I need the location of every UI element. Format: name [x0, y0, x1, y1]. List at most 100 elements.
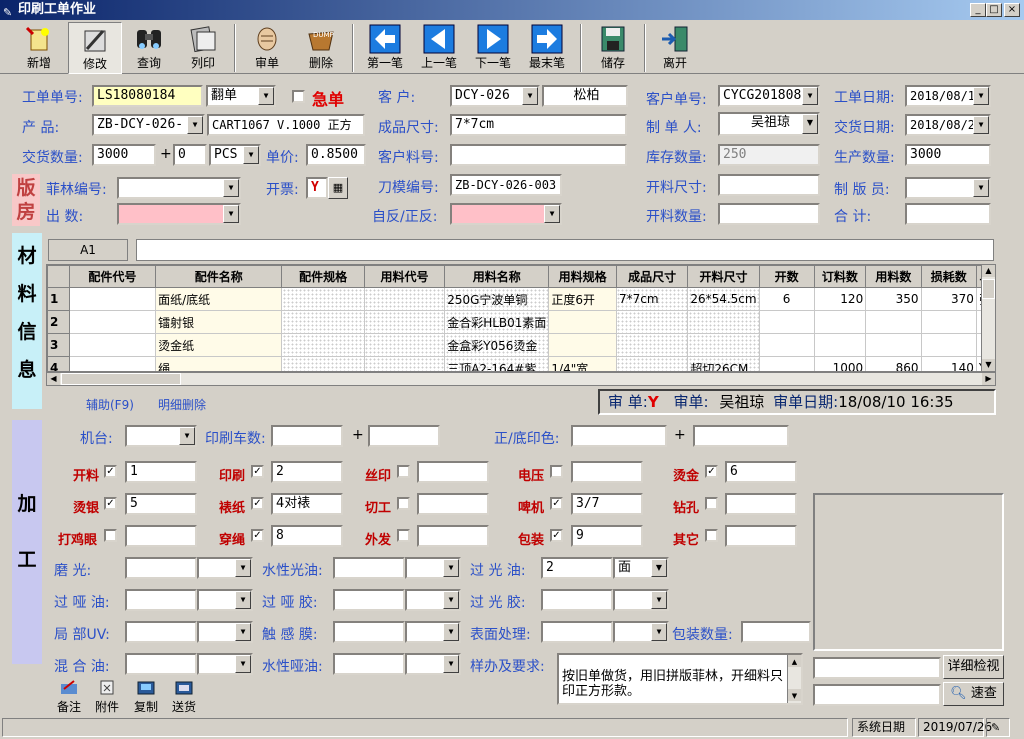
water-gloss-field[interactable] — [333, 557, 405, 579]
row-number[interactable]: 3 — [47, 333, 70, 357]
copy-button[interactable]: 复制 — [131, 679, 161, 714]
chevron-down-icon[interactable]: ▼ — [522, 87, 538, 105]
cut-size-field[interactable] — [718, 174, 820, 196]
table-cell[interactable] — [687, 310, 760, 334]
edit-button[interactable]: 修改 — [68, 22, 122, 74]
customer-order-select[interactable]: CYCG201808 ▼ — [718, 85, 820, 107]
process-checkbox[interactable]: ✓ — [251, 497, 264, 510]
table-cell[interactable] — [920, 333, 977, 357]
table-cell[interactable]: 350 — [865, 287, 922, 311]
qty-extra-field[interactable]: 0 — [173, 144, 207, 166]
table-cell[interactable] — [363, 356, 446, 371]
touch-film-select[interactable]: ▼ — [405, 621, 461, 643]
water-gloss-select[interactable]: ▼ — [405, 557, 461, 579]
close-button[interactable]: × — [1004, 3, 1020, 17]
process-value-field[interactable] — [417, 461, 489, 483]
table-cell[interactable] — [281, 333, 365, 357]
chevron-down-icon[interactable]: ▼ — [187, 116, 203, 134]
film-no-select[interactable]: ▼ — [117, 177, 241, 199]
chevron-down-icon[interactable]: ▼ — [651, 559, 667, 577]
table-cell[interactable] — [68, 333, 157, 357]
process-value-field[interactable] — [725, 525, 797, 547]
table-cell[interactable]: 超切26CM — [687, 356, 760, 371]
chevron-down-icon[interactable]: ▼ — [235, 591, 251, 609]
detail-view-field[interactable] — [813, 657, 941, 679]
product-name-field[interactable]: CART1067 V.1000 正方 — [207, 114, 365, 136]
table-cell[interactable] — [281, 310, 365, 334]
front-color-field[interactable] — [571, 425, 667, 447]
table-cell[interactable] — [68, 310, 157, 334]
qty-field[interactable]: 3000 — [92, 144, 156, 166]
table-cell[interactable] — [363, 333, 446, 357]
sample-textarea[interactable]: 按旧单做货，用旧拼版菲林，开细料只印正方形款。 ▲ ▼ — [557, 653, 803, 705]
table-cell[interactable] — [363, 310, 446, 334]
chevron-down-icon[interactable]: ▼ — [443, 559, 459, 577]
quick-search-field[interactable] — [813, 684, 941, 706]
matte-glue-field[interactable] — [333, 589, 405, 611]
vertical-scrollbar[interactable]: ▲ ▼ — [787, 655, 801, 703]
formula-input[interactable] — [136, 239, 994, 261]
touch-film-field[interactable] — [333, 621, 405, 643]
process-value-field[interactable] — [417, 493, 489, 515]
invoice-flag-field[interactable]: Y — [306, 177, 328, 199]
matte-oil-select[interactable]: ▼ — [197, 589, 253, 611]
search-button[interactable]: 查询 — [122, 22, 176, 74]
table-cell[interactable] — [363, 287, 446, 311]
mix-oil-select[interactable]: ▼ — [197, 653, 253, 675]
scroll-up-icon[interactable]: ▲ — [982, 265, 995, 277]
chevron-down-icon[interactable]: ▼ — [973, 87, 989, 105]
table-cell[interactable]: 烫金纸 — [155, 333, 283, 357]
process-checkbox[interactable]: ✓ — [251, 465, 264, 478]
process-value-field[interactable] — [725, 493, 797, 515]
total-field[interactable] — [905, 203, 991, 225]
process-value-field[interactable]: 6 — [725, 461, 797, 483]
chevron-down-icon[interactable]: ▼ — [651, 591, 667, 609]
table-cell[interactable]: 6 — [758, 287, 815, 311]
chevron-down-icon[interactable]: ▼ — [223, 179, 239, 197]
uv-field[interactable] — [125, 621, 197, 643]
table-cell[interactable]: 120 — [813, 287, 867, 311]
unit-select[interactable]: PCS ▼ — [209, 144, 261, 166]
delete-detail-link[interactable]: 明细删除 — [158, 396, 206, 413]
note-button[interactable]: 备注 — [54, 679, 84, 714]
table-cell[interactable] — [548, 310, 617, 334]
water-matte-select[interactable]: ▼ — [405, 653, 461, 675]
delivery-date-field[interactable]: 2018/08/2 ▼ — [905, 114, 991, 136]
customer-name-field[interactable]: 松柏 — [542, 85, 628, 107]
print-button[interactable]: 列印 — [176, 22, 230, 74]
process-value-field[interactable]: 8 — [271, 525, 343, 547]
column-header[interactable]: 开料尺寸 — [687, 265, 760, 288]
urgent-checkbox[interactable] — [292, 90, 305, 103]
customer-code-select[interactable]: DCY-026 ▼ — [450, 85, 540, 107]
aux-link[interactable]: 辅助(F9) — [86, 396, 134, 413]
table-cell[interactable]: 绳 — [155, 356, 283, 371]
column-header[interactable]: 用料数 — [865, 265, 922, 288]
table-cell[interactable] — [865, 310, 922, 334]
product-code-select[interactable]: ZB-DCY-026- ▼ — [92, 114, 205, 136]
table-cell[interactable]: 370 — [920, 287, 977, 311]
back-color-field[interactable] — [693, 425, 789, 447]
gloss-oil-field[interactable]: 2 — [541, 557, 613, 579]
column-header[interactable]: 损耗数 — [920, 265, 977, 288]
process-value-field[interactable]: 9 — [571, 525, 643, 547]
work-date-field[interactable]: 2018/08/1 ▼ — [905, 85, 991, 107]
process-checkbox[interactable] — [397, 465, 410, 478]
process-value-field[interactable] — [417, 525, 489, 547]
chevron-down-icon[interactable]: ▼ — [235, 559, 251, 577]
process-value-field[interactable]: 4对裱 — [271, 493, 343, 515]
process-checkbox[interactable] — [397, 497, 410, 510]
table-cell[interactable] — [68, 356, 157, 371]
grind-select[interactable]: ▼ — [197, 557, 253, 579]
row-number[interactable]: 2 — [47, 310, 70, 334]
process-value-field[interactable]: 3/7 — [571, 493, 643, 515]
chevron-down-icon[interactable]: ▼ — [235, 623, 251, 641]
delete-button[interactable]: DUMP 删除 — [294, 22, 348, 74]
out-qty-select[interactable]: ▼ — [117, 203, 241, 225]
table-row[interactable]: 4 绳 三顶A2-164#紫 1/4"宽 超切26CM 1000 860 140… — [47, 356, 995, 371]
matte-oil-field[interactable] — [125, 589, 197, 611]
chevron-down-icon[interactable]: ▼ — [802, 87, 818, 105]
table-cell[interactable]: 正度6开 — [548, 287, 617, 311]
table-cell[interactable] — [865, 333, 922, 357]
chevron-down-icon[interactable]: ▼ — [235, 655, 251, 673]
horizontal-scrollbar[interactable]: ◀ ▶ — [46, 372, 996, 386]
